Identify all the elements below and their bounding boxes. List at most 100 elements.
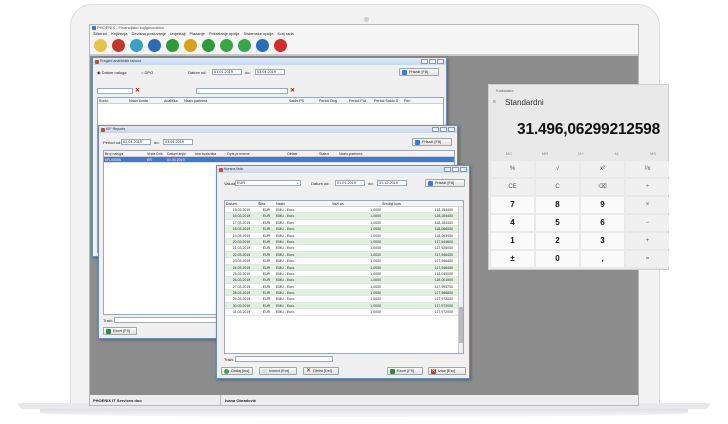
- menu-item[interactable]: Sistemske opcije: [244, 31, 274, 36]
- period-to-input[interactable]: 03.04.2019: [163, 139, 193, 145]
- radio-dpo[interactable]: ○ DPO: [141, 70, 153, 75]
- column-header[interactable]: Status: [318, 151, 338, 156]
- column-header[interactable]: Broj naloga: [104, 151, 146, 156]
- column-header[interactable]: Datum knjiž.: [166, 151, 194, 156]
- power-icon[interactable]: [274, 39, 287, 52]
- column-header[interactable]: Konto: [98, 98, 128, 103]
- calc-key[interactable]: −: [626, 215, 669, 231]
- bar-chart-icon[interactable]: [184, 39, 197, 52]
- date-from-input[interactable]: 01.01.2019: [335, 180, 365, 186]
- column-header[interactable]: Period Dug: [318, 98, 348, 103]
- calc-key[interactable]: =: [626, 251, 669, 267]
- column-header[interactable]: Vrsta Dok: [146, 151, 166, 156]
- column-header[interactable]: Opis promene: [226, 151, 286, 156]
- currency-select[interactable]: EUR ⌄: [235, 180, 301, 186]
- calc-key[interactable]: ,: [581, 251, 624, 267]
- close-button[interactable]: [460, 167, 467, 172]
- info-icon[interactable]: [256, 39, 269, 52]
- chair-icon[interactable]: [148, 39, 161, 52]
- radio-datum-naloga[interactable]: ◉ Datum naloga: [97, 70, 127, 75]
- close-button[interactable]: [437, 59, 444, 64]
- column-header[interactable]: Naziv partnera: [338, 151, 398, 156]
- minimize-button[interactable]: [421, 59, 428, 64]
- column-header[interactable]: Oblast: [286, 151, 318, 156]
- exchange-rate-grid[interactable]: Datum Šifra Naziv Važi za Srednji kurs 15.03…: [224, 200, 464, 354]
- menu-item[interactable]: Šifarnici: [93, 31, 107, 36]
- calc-key[interactable]: %: [491, 161, 534, 177]
- excel-button[interactable]: Excel [F9]: [387, 367, 423, 375]
- column-header[interactable]: Period Pot: [348, 98, 373, 103]
- excel-button[interactable]: Excel [F9]: [103, 327, 137, 335]
- menu-item[interactable]: Kraj rada: [278, 31, 294, 36]
- arrow-up-icon[interactable]: [166, 39, 179, 52]
- calc-key[interactable]: ±: [491, 251, 534, 267]
- show-button[interactable]: Prikaži [F8]: [425, 179, 465, 187]
- calc-key[interactable]: CE: [491, 179, 534, 195]
- delete-button[interactable]: ✕ Obriši [Del]: [303, 367, 339, 375]
- column-header[interactable]: Saldo PS: [288, 98, 318, 103]
- maximize-button[interactable]: [429, 59, 436, 64]
- column-header[interactable]: Naziv partnera: [183, 98, 288, 103]
- show-button[interactable]: Prikaži [F8]: [399, 68, 439, 76]
- exit-button[interactable]: ✕ Izlaz [Esc]: [428, 367, 466, 375]
- dice-icon[interactable]: [112, 39, 125, 52]
- minimize-button[interactable]: [432, 127, 439, 132]
- close-button[interactable]: [448, 127, 455, 132]
- window-title-bar[interactable]: Pregled analitičkih računa: [93, 58, 446, 65]
- clear-filter-icon[interactable]: ✕: [135, 87, 140, 94]
- calc-key[interactable]: 0: [536, 251, 579, 267]
- calc-key[interactable]: 3: [581, 233, 624, 249]
- maximize-button[interactable]: [452, 167, 459, 172]
- period-from-input[interactable]: 01.04.2019: [121, 139, 151, 145]
- search-input[interactable]: [235, 356, 333, 362]
- calc-key[interactable]: ⌫: [581, 179, 624, 195]
- menu-item[interactable]: Pokretanje opcije: [209, 31, 240, 36]
- column-header[interactable]: Naziv konta: [128, 98, 163, 103]
- column-header[interactable]: Srednji kurs: [381, 201, 453, 206]
- memory-button[interactable]: MR: [527, 151, 563, 156]
- menu-item[interactable]: Knjiženja: [111, 31, 127, 36]
- menu-item[interactable]: Plaćanje: [190, 31, 205, 36]
- calc-key[interactable]: 5: [536, 215, 579, 231]
- calc-key[interactable]: x²: [581, 161, 624, 177]
- column-header[interactable]: Datum: [225, 201, 257, 206]
- calc-key[interactable]: 4: [491, 215, 534, 231]
- clear-filter-icon[interactable]: ✕: [290, 87, 295, 94]
- date-from-input[interactable]: 01.01.2019: [212, 69, 242, 75]
- calc-key[interactable]: ¹⁄x: [626, 161, 669, 177]
- clock-icon[interactable]: [238, 39, 251, 52]
- window-title-bar[interactable]: Kursna lista: [217, 166, 469, 173]
- date-to-input[interactable]: 03.04.2019: [255, 69, 285, 75]
- calc-key[interactable]: 6: [581, 215, 624, 231]
- column-header[interactable]: Ime korisnika: [194, 151, 226, 156]
- date-to-input[interactable]: 31.12.2019: [377, 180, 407, 186]
- recycle-icon[interactable]: [202, 39, 215, 52]
- table-row[interactable]: 31.03.2019 EUR EMU - Euro 1,0000 117,972000: [225, 309, 463, 316]
- column-header[interactable]: Period Saldo D: [373, 98, 403, 103]
- scrollbar-thumb[interactable]: [459, 307, 463, 343]
- column-header[interactable]: Šifra: [257, 201, 275, 206]
- column-header[interactable]: Analitika: [163, 98, 183, 103]
- menu-item[interactable]: Izvještaji: [170, 31, 185, 36]
- scrollbar[interactable]: [458, 207, 463, 353]
- calc-key[interactable]: ÷: [626, 179, 669, 195]
- notepad-icon[interactable]: [94, 39, 107, 52]
- calc-key[interactable]: 2: [536, 233, 579, 249]
- calc-key[interactable]: ×: [626, 197, 669, 213]
- hamburger-icon[interactable]: ≡: [493, 99, 496, 105]
- konto-filter-input[interactable]: [97, 88, 133, 94]
- column-header[interactable]: Važi za: [331, 201, 381, 206]
- table-row[interactable]: KR-00006 KR 01.04.2019: [104, 157, 454, 164]
- chart-icon[interactable]: [130, 39, 143, 52]
- calc-key[interactable]: C: [536, 179, 579, 195]
- calc-key[interactable]: 7: [491, 197, 534, 213]
- minimize-button[interactable]: [444, 167, 451, 172]
- memory-button[interactable]: MS: [635, 151, 671, 156]
- memory-button[interactable]: MC: [491, 151, 527, 156]
- calc-key[interactable]: +: [626, 233, 669, 249]
- calc-key[interactable]: 8: [536, 197, 579, 213]
- column-header[interactable]: Peri: [403, 98, 415, 103]
- partner-filter-input[interactable]: [196, 88, 288, 94]
- window-title-bar[interactable]: KIF Reports: [99, 126, 457, 133]
- calc-key[interactable]: 9: [581, 197, 624, 213]
